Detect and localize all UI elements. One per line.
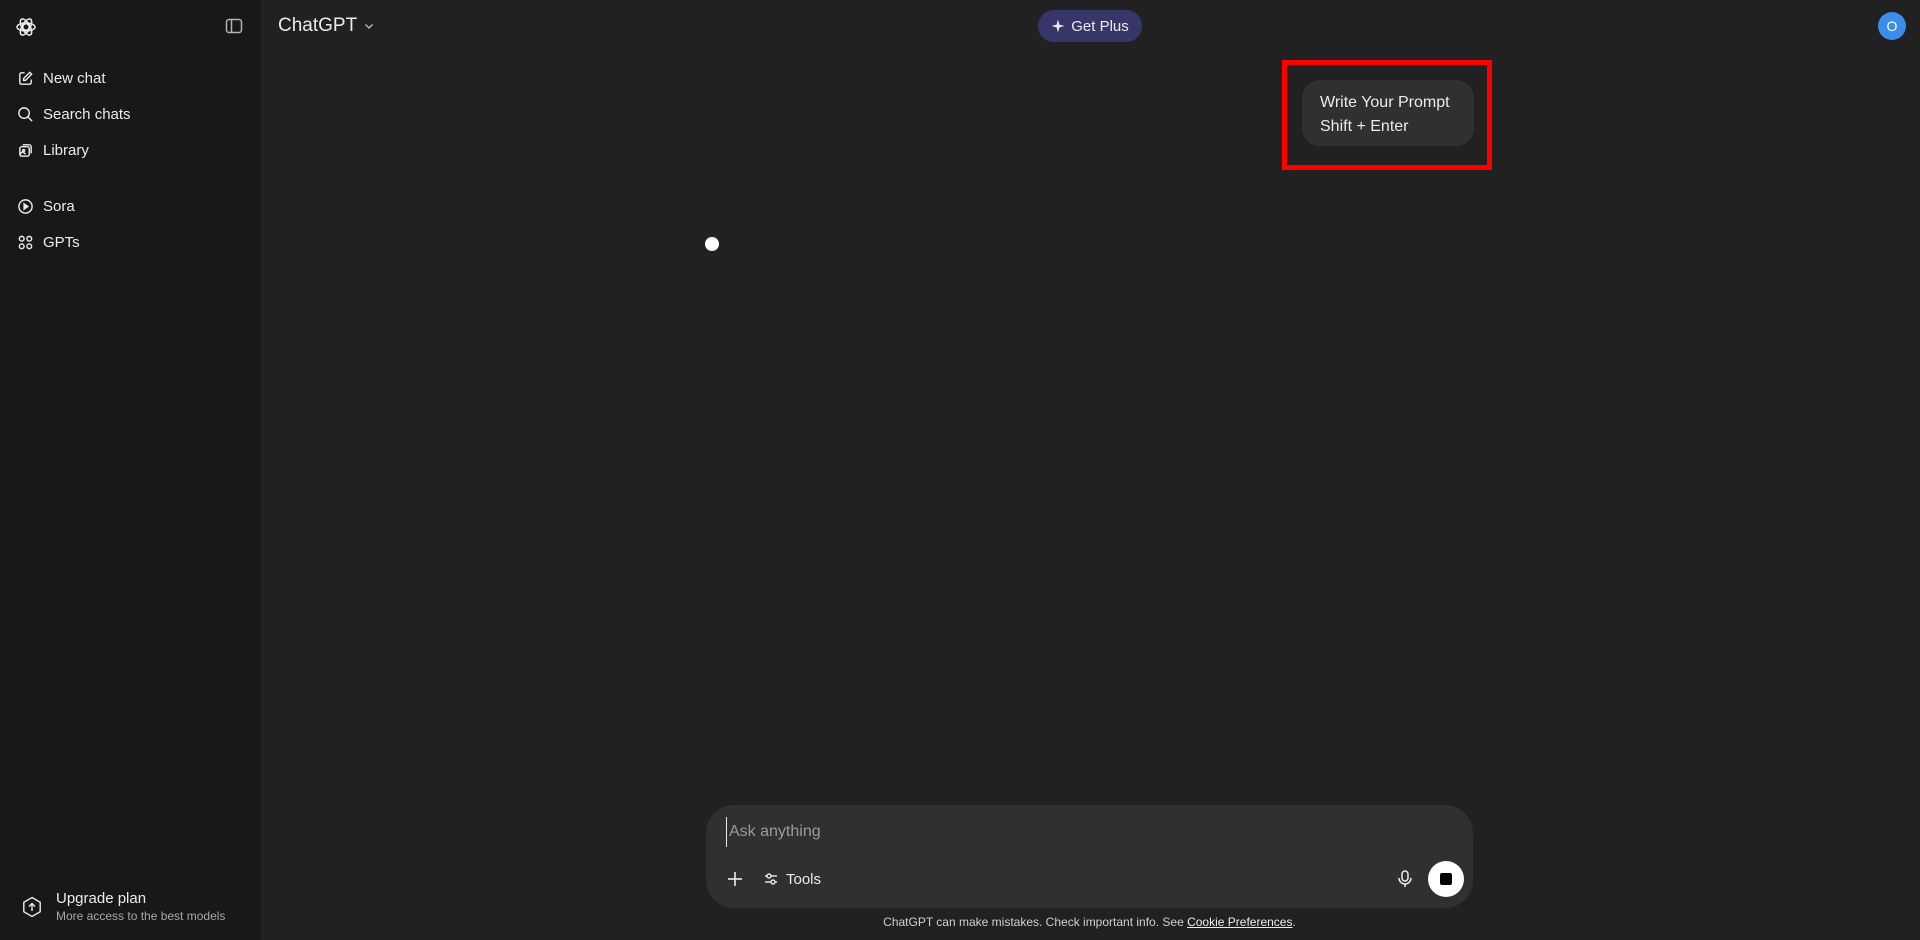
app-window: New chat Search chats Library Sora GPTs … (0, 0, 1920, 940)
user-message-line: Shift + Enter (1320, 118, 1409, 135)
play-icon (18, 198, 33, 214)
upgrade-text: Upgrade plan More access to the best mod… (56, 890, 225, 925)
search-icon (18, 106, 33, 122)
user-message-bubble: Write Your Prompt Shift + Enter (1302, 80, 1474, 146)
plus-icon[interactable] (724, 868, 746, 890)
disclaimer-suffix: . (1292, 915, 1296, 929)
get-plus-label: Get Plus (1071, 17, 1129, 35)
loading-indicator (705, 237, 719, 251)
stop-icon (1440, 873, 1452, 885)
sidebar: New chat Search chats Library Sora GPTs … (0, 0, 261, 940)
library-icon (19, 143, 32, 157)
sidebar-toggle-icon[interactable] (224, 16, 244, 36)
sidebar-item-sora[interactable]: Sora (8, 189, 253, 223)
sidebar-item-label: New chat (43, 69, 106, 87)
tools-label: Tools (786, 870, 822, 888)
sidebar-item-label: GPTs (43, 233, 80, 251)
composer: Tools (706, 805, 1473, 908)
disclaimer: ChatGPT can make mistakes. Check importa… (706, 915, 1473, 933)
get-plus-button[interactable]: Get Plus (1038, 10, 1142, 42)
sliders-icon (765, 873, 777, 885)
tools-button[interactable]: Tools (763, 866, 821, 892)
upgrade-plan-button[interactable]: Upgrade plan More access to the best mod… (8, 882, 253, 932)
user-message-line: Write Your Prompt (1320, 94, 1450, 111)
model-selector[interactable]: ChatGPT (278, 12, 375, 40)
model-label: ChatGPT (278, 15, 358, 36)
sparkle-icon (1051, 19, 1065, 33)
sidebar-item-label: Library (43, 141, 89, 159)
grid-icon (18, 235, 33, 249)
sidebar-item-gpts[interactable]: GPTs (8, 225, 253, 259)
microphone-icon[interactable] (1394, 868, 1416, 890)
disclaimer-text: ChatGPT can make mistakes. Check importa… (883, 915, 1188, 929)
sidebar-item-library[interactable]: Library (8, 133, 253, 167)
upgrade-subtitle: More access to the best models (56, 908, 226, 923)
upgrade-title: Upgrade plan (56, 889, 147, 907)
sidebar-item-new-chat[interactable]: New chat (8, 61, 253, 95)
sidebar-item-search-chats[interactable]: Search chats (8, 97, 253, 131)
prompt-input[interactable] (726, 817, 1446, 847)
stop-button[interactable] (1428, 861, 1464, 897)
openai-logo-icon[interactable] (14, 15, 38, 39)
cookie-preferences-link[interactable]: Cookie Preferences (1187, 915, 1292, 929)
upgrade-icon (23, 896, 41, 918)
user-avatar[interactable]: O (1878, 12, 1906, 40)
chevron-down-icon (365, 23, 374, 30)
sidebar-item-label: Sora (43, 197, 75, 215)
sidebar-item-label: Search chats (43, 105, 131, 123)
new-chat-icon (19, 70, 33, 85)
